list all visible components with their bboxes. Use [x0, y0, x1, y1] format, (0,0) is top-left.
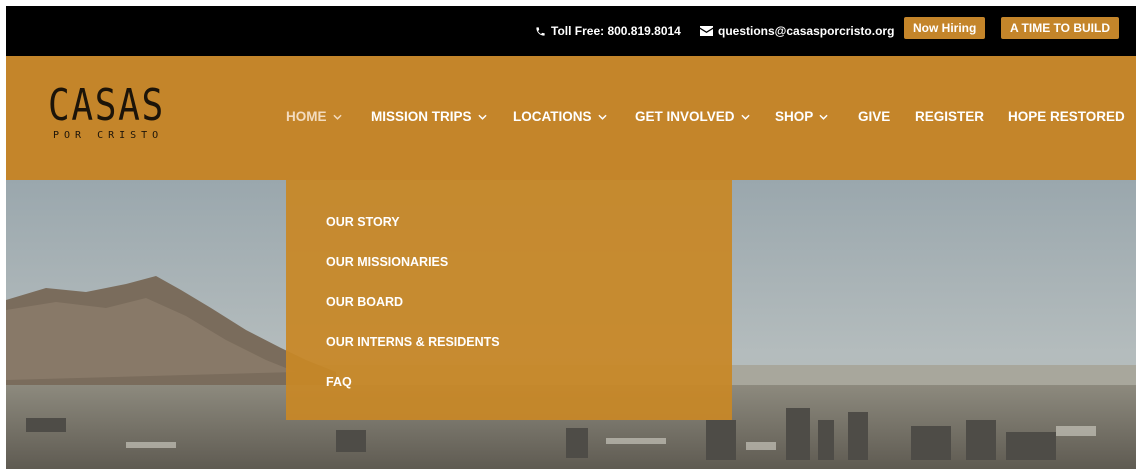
- chevron-down-icon: [597, 114, 607, 120]
- phone-link[interactable]: Toll Free: 800.819.8014: [535, 6, 681, 56]
- now-hiring-button[interactable]: Now Hiring: [904, 17, 986, 39]
- nav-item-hope-restored[interactable]: HOPE RESTORED: [1008, 109, 1125, 124]
- nav-item-label: SHOP: [775, 109, 814, 124]
- chevron-down-icon: [332, 114, 342, 120]
- nav-item-label: LOCATIONS: [513, 109, 592, 124]
- nav-item-shop[interactable]: SHOP: [775, 109, 828, 124]
- dropdown-item-our-interns-residents[interactable]: OUR INTERNS & RESIDENTS: [326, 335, 500, 349]
- nav-item-label: REGISTER: [915, 109, 985, 124]
- nav-item-label: HOME: [286, 109, 327, 124]
- page-frame: Toll Free: 800.819.8014 questions@casasp…: [6, 6, 1136, 469]
- phone-text: Toll Free: 800.819.8014: [551, 24, 681, 38]
- home-dropdown-menu: OUR STORY OUR MISSIONARIES OUR BOARD OUR…: [286, 180, 732, 420]
- nav-item-register[interactable]: REGISTER: [915, 109, 984, 124]
- nav-item-locations[interactable]: LOCATIONS: [513, 109, 607, 124]
- main-nav: HOME MISSION TRIPS LOCATIONS GET INVOLVE…: [6, 56, 1136, 180]
- nav-item-label: GET INVOLVED: [635, 109, 735, 124]
- email-link[interactable]: questions@casasporcristo.org: [700, 6, 894, 56]
- dropdown-item-our-story[interactable]: OUR STORY: [326, 215, 400, 229]
- time-to-build-button[interactable]: A TIME TO BUILD: [1001, 17, 1119, 39]
- chevron-down-icon: [740, 114, 750, 120]
- header: CASAS POR CRISTO HOME MISSION TRIPS LOCA…: [6, 56, 1136, 180]
- chevron-down-icon: [819, 114, 828, 120]
- nav-item-mission-trips[interactable]: MISSION TRIPS: [371, 109, 487, 124]
- top-bar: Toll Free: 800.819.8014 questions@casasp…: [6, 6, 1136, 56]
- nav-item-label: HOPE RESTORED: [1008, 109, 1125, 124]
- nav-item-label: MISSION TRIPS: [371, 109, 472, 124]
- dropdown-item-faq[interactable]: FAQ: [326, 375, 352, 389]
- nav-item-give[interactable]: GIVE: [858, 109, 890, 124]
- nav-item-home[interactable]: HOME: [286, 109, 342, 124]
- nav-item-get-involved[interactable]: GET INVOLVED: [635, 109, 750, 124]
- nav-item-label: GIVE: [858, 109, 891, 124]
- dropdown-item-our-board[interactable]: OUR BOARD: [326, 295, 403, 309]
- envelope-icon: [700, 26, 713, 36]
- dropdown-item-our-missionaries[interactable]: OUR MISSIONARIES: [326, 255, 448, 269]
- chevron-down-icon: [477, 114, 487, 120]
- email-text: questions@casasporcristo.org: [718, 24, 895, 38]
- phone-icon: [536, 26, 545, 36]
